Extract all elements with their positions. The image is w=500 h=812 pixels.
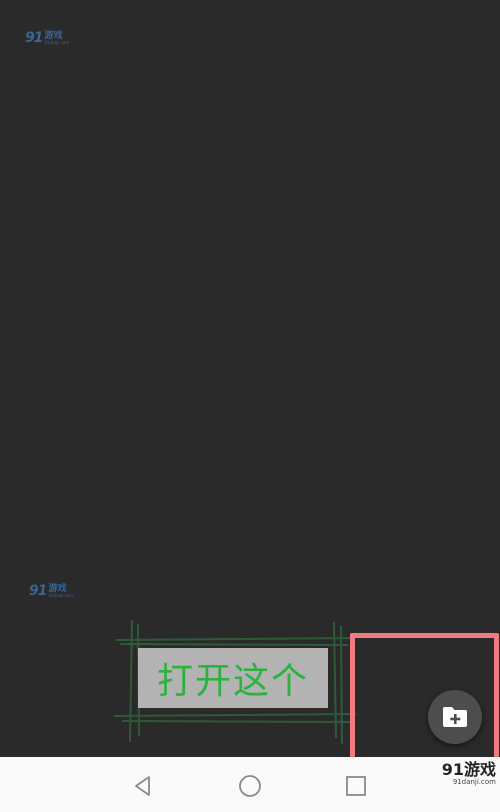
- site-logo-url: 91danji.com: [452, 778, 496, 786]
- back-button[interactable]: [131, 774, 155, 798]
- recent-apps-button[interactable]: [344, 774, 368, 798]
- annotation-callout: 打开这个: [112, 618, 358, 746]
- phone-screen: 91 游戏 91danji.com 91 游戏 91danji.com 打开这个…: [0, 0, 500, 812]
- callout-label: 打开这个: [138, 648, 328, 708]
- watermark-number: 91: [25, 30, 44, 46]
- back-triangle-icon: [135, 776, 150, 796]
- app-content-area: 91 游戏 91danji.com 91 游戏 91danji.com 打开这个: [0, 0, 500, 769]
- site-logo-text: 91游戏: [441, 760, 496, 779]
- site-logo: 91游戏 91danji.com: [442, 762, 496, 786]
- watermark-url: 91danji.com: [48, 592, 74, 598]
- add-folder-button[interactable]: [428, 690, 482, 744]
- watermark-logo: 91 游戏 91danji.com: [29, 583, 73, 599]
- watermark-number: 91: [29, 583, 48, 599]
- recent-square-icon: [346, 776, 366, 796]
- home-circle-icon: [239, 775, 261, 797]
- system-navigation-bar: [0, 757, 500, 812]
- home-button[interactable]: [238, 774, 262, 798]
- folder-plus-icon: [443, 707, 467, 727]
- watermark-url: 91danji.com: [44, 39, 70, 45]
- watermark-logo: 91 游戏 91danji.com: [25, 30, 69, 46]
